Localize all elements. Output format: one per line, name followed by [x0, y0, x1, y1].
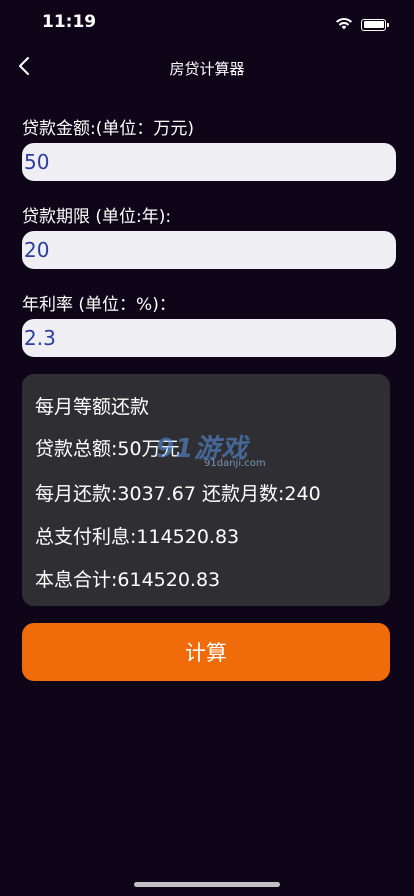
loan-term-input[interactable] — [22, 231, 396, 269]
wifi-icon — [335, 15, 353, 34]
status-time: 11:19 — [42, 12, 97, 32]
watermark-logo: 91游戏 91danji.com — [156, 428, 276, 474]
battery-icon — [361, 18, 389, 31]
nav-bar: 房贷计算器 — [0, 46, 414, 90]
status-bar: 11:19 — [0, 0, 414, 46]
monthly-payment: 每月还款:3037.67 还款月数:240 — [35, 483, 321, 505]
page-title: 房贷计算器 — [169, 60, 245, 78]
result-card: 每月等额还款 贷款总额:50万元 每月还款:3037.67 还款月数:240 总… — [22, 374, 390, 606]
loan-amount-label: 贷款金额:(单位：万元) — [22, 119, 194, 139]
loan-term-label: 贷款期限 (单位:年): — [22, 207, 172, 227]
loan-amount-input[interactable] — [22, 143, 396, 181]
watermark-url: 91danji.com — [204, 458, 266, 469]
interest-rate-label: 年利率 (单位：%)： — [22, 295, 176, 315]
interest-rate-input[interactable] — [22, 319, 396, 357]
total-principal-interest: 本息合计:614520.83 — [35, 569, 221, 591]
home-indicator — [134, 882, 280, 887]
repayment-method: 每月等额还款 — [35, 396, 150, 418]
total-interest: 总支付利息:114520.83 — [35, 526, 240, 548]
calculate-button[interactable]: 计算 — [22, 623, 390, 681]
status-icons — [335, 15, 389, 34]
